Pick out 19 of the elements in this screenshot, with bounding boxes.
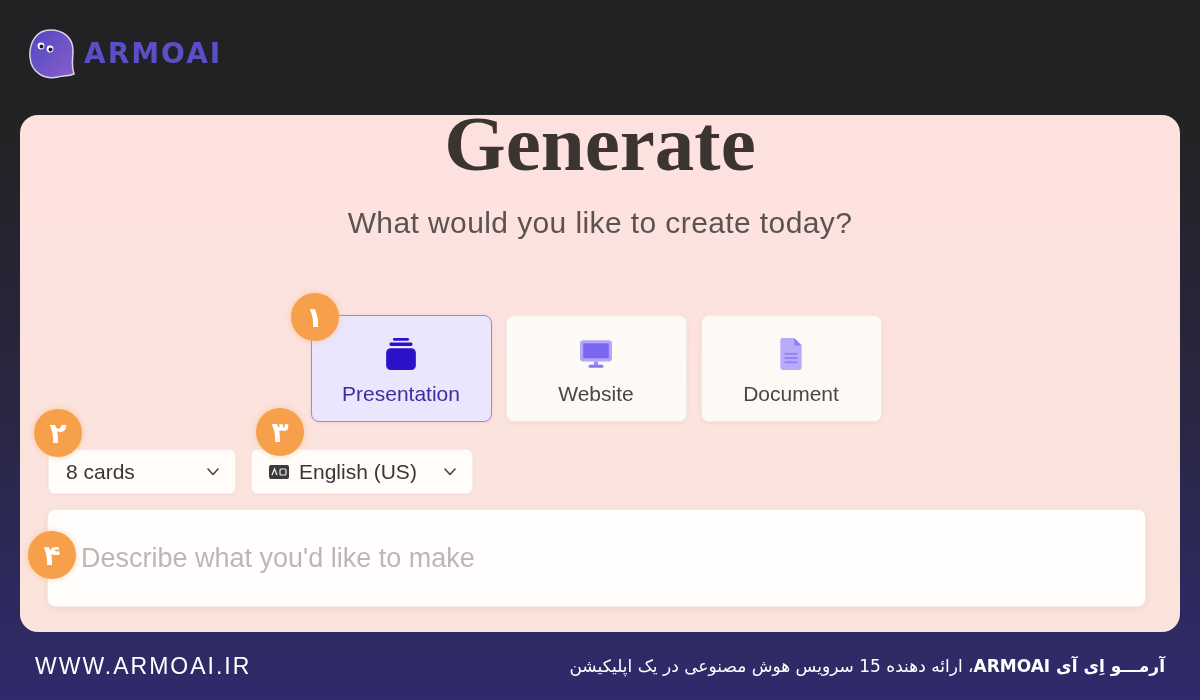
chevron-down-icon (207, 467, 219, 476)
step-number-badge: ۲ (34, 409, 82, 457)
ghost-logo-icon (28, 27, 76, 80)
subtitle: What would you like to create today? (347, 205, 853, 241)
step-number-badge: ۴ (28, 531, 76, 579)
type-option[interactable]: Document (700, 315, 882, 422)
dropdown[interactable]: English (US) (251, 449, 473, 494)
page-title: Generate (444, 115, 756, 172)
stack-icon (385, 338, 417, 370)
chevron-down-icon (444, 467, 456, 476)
website-url: WWW.ARMOAI.IR (35, 652, 252, 680)
dropdown[interactable]: 8 cards (48, 449, 236, 494)
brand-name: ARMOAI (84, 37, 223, 70)
language-icon (269, 464, 289, 479)
tagline: آرمـــو اِی آی ARMOAI، ارائه دهنده 15 سرویس هوش مصنوعی در یک اپلیکیشن (569, 656, 1165, 676)
monitor-icon (580, 338, 612, 370)
type-option[interactable]: Website (505, 315, 687, 422)
step-number-badge: ۱ (290, 293, 339, 341)
document-icon (779, 338, 803, 370)
